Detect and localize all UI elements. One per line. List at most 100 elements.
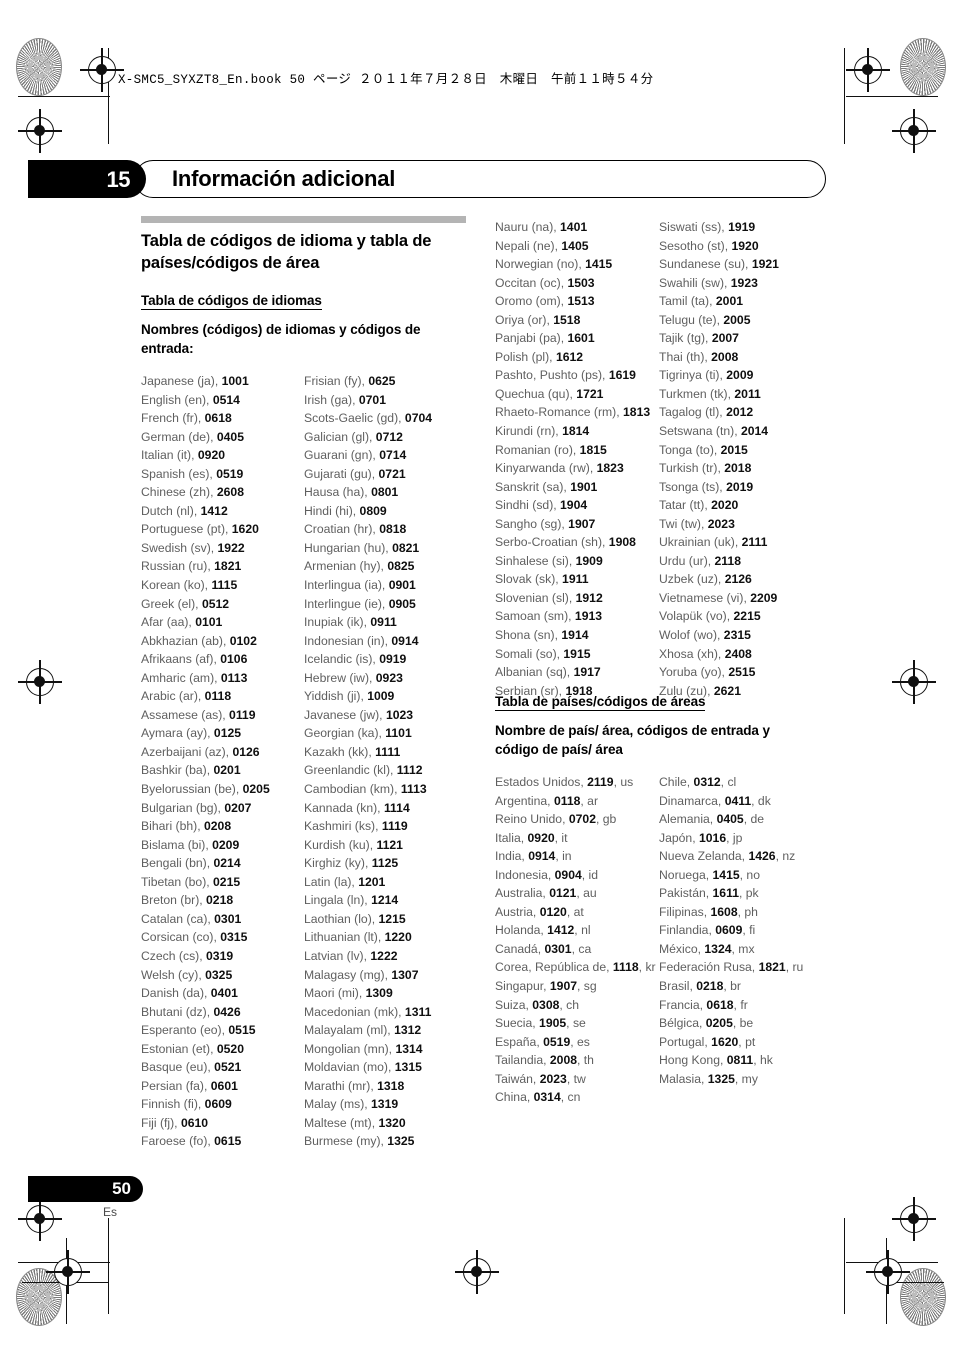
code-entry: Guarani (gn), 0714 xyxy=(304,448,407,463)
code-entry: Tigrinya (ti), 2009 xyxy=(659,368,754,383)
registration-dot xyxy=(34,1213,45,1224)
code-entry: Xhosa (xh), 2408 xyxy=(659,646,752,661)
code-entry: Bihari (bh), 0208 xyxy=(141,819,232,834)
registration-dot xyxy=(908,125,919,136)
code-entry: México, 1324, mx xyxy=(659,941,755,956)
language-code-column-1: Japanese (ja), 1001 English (en), 0514 Fre… xyxy=(141,372,270,1151)
code-entry: Faroese (fo), 0615 xyxy=(141,1134,242,1149)
code-entry: Swedish (sv), 1922 xyxy=(141,540,245,555)
code-entry: Greenlandic (kl), 1112 xyxy=(304,763,423,778)
code-entry: Arabic (ar), 0118 xyxy=(141,689,232,704)
code-entry: Esperanto (eo), 0515 xyxy=(141,1023,256,1038)
code-entry: Indonesia, 0904, id xyxy=(495,867,599,882)
language-table-subheading: Nombres (códigos) de idiomas y códigos d… xyxy=(141,322,421,356)
code-entry: Basque (eu), 0521 xyxy=(141,1060,242,1075)
code-entry: Yiddish (ji), 1009 xyxy=(304,689,395,704)
code-entry: Kashmiri (ks), 1119 xyxy=(304,819,408,834)
code-entry: Malayalam (ml), 1312 xyxy=(304,1023,422,1038)
code-entry: Nauru (na), 1401 xyxy=(495,220,588,234)
code-entry: Dutch (nl), 1412 xyxy=(141,503,228,518)
code-entry: España, 0519, es xyxy=(495,1034,590,1049)
code-entry: Suecia, 1905, se xyxy=(495,1016,586,1031)
code-entry: Fiji (fj), 0610 xyxy=(141,1115,209,1130)
country-table-subheading: Nombre de país/ área, códigos de entrada… xyxy=(495,723,770,757)
code-entry: Thai (th), 2008 xyxy=(659,349,739,364)
code-entry: Macedonian (mk), 1311 xyxy=(304,1004,432,1019)
registration-dot xyxy=(471,1266,482,1277)
code-entry: Nueva Zelanda, 1426, nz xyxy=(659,849,796,864)
crop-mark-line xyxy=(18,96,110,98)
registration-rosette-bottom-right xyxy=(900,1268,946,1326)
code-entry: Laothian (lo), 1215 xyxy=(304,911,406,926)
code-entry: Tibetan (bo), 0215 xyxy=(141,874,241,889)
language-code-column-4: Siswati (ss), 1919 Sesotho (st), 1920 Sund… xyxy=(659,218,779,700)
code-entry: Noruega, 1415, no xyxy=(659,867,760,882)
crop-mark-line xyxy=(846,96,938,98)
code-entry: Interlingua (ia), 0901 xyxy=(304,578,416,593)
code-entry: Quechua (qu), 1721 xyxy=(495,386,604,401)
code-entry: Kannada (kn), 1114 xyxy=(304,800,410,815)
code-entry: Russian (ru), 1821 xyxy=(141,559,242,574)
code-entry: Reino Unido, 0702, gb xyxy=(495,812,617,827)
code-entry: Armenian (hy), 0825 xyxy=(304,559,415,574)
code-entry: Cambodian (km), 1113 xyxy=(304,782,427,797)
page-number: 50 xyxy=(112,1179,131,1198)
code-entry: Aymara (ay), 0125 xyxy=(141,726,242,741)
page-title: Información adicional xyxy=(172,166,396,191)
code-entry: Federación Rusa, 1821, ru xyxy=(659,960,804,975)
registration-dot xyxy=(34,125,45,136)
code-entry: Mongolian (mn), 1314 xyxy=(304,1041,423,1056)
code-entry: French (fr), 0618 xyxy=(141,411,232,426)
code-entry: Panjabi (pa), 1601 xyxy=(495,331,595,346)
language-code-column-2: Frisian (fy), 0625 Irish (ga), 0701 Scots-… xyxy=(304,372,432,1151)
code-entry: Romanian (ro), 1815 xyxy=(495,442,607,457)
code-entry: India, 0914, in xyxy=(495,849,572,864)
code-entry: Danish (da), 0401 xyxy=(141,986,238,1001)
country-code-column-2: Chile, 0312, cl Dinamarca, 0411, dk Aleman… xyxy=(659,773,803,1088)
code-entry: Byelorussian (be), 0205 xyxy=(141,782,270,797)
code-entry: Somali (so), 1915 xyxy=(495,646,591,661)
code-entry: Maori (mi), 1309 xyxy=(304,986,393,1001)
code-entry: Malagasy (mg), 1307 xyxy=(304,967,419,982)
code-entry: Welsh (cy), 0325 xyxy=(141,967,233,982)
code-entry: Persian (fa), 0601 xyxy=(141,1078,238,1093)
crop-mark-line xyxy=(108,1218,110,1314)
code-entry: Irish (ga), 0701 xyxy=(304,392,386,407)
code-entry: Bashkir (ba), 0201 xyxy=(141,763,241,778)
language-code-column-3: Nauru (na), 1401 Nepali (ne), 1405 Norwegi… xyxy=(495,218,650,700)
code-entry: Moldavian (mo), 1315 xyxy=(304,1060,422,1075)
code-entry: Japanese (ja), 1001 xyxy=(141,374,249,388)
code-entry: Malay (ms), 1319 xyxy=(304,1097,399,1112)
code-entry: Uzbek (uz), 2126 xyxy=(659,572,752,587)
code-entry: Icelandic (is), 0919 xyxy=(304,652,407,667)
code-entry: Latin (la), 1201 xyxy=(304,874,386,889)
code-entry: Volapük (vo), 2215 xyxy=(659,609,761,624)
code-entry: German (de), 0405 xyxy=(141,429,244,444)
code-entry: Kinyarwanda (rw), 1823 xyxy=(495,461,624,476)
registration-dot xyxy=(34,676,45,687)
code-entry: Brasil, 0218, br xyxy=(659,979,741,994)
code-entry: Azerbaijani (az), 0126 xyxy=(141,744,260,759)
code-entry: Sangho (sg), 1907 xyxy=(495,516,596,531)
code-entry: Afar (aa), 0101 xyxy=(141,615,223,630)
code-entry: Bislama (bi), 0209 xyxy=(141,837,240,852)
code-entry: Twi (tw), 2023 xyxy=(659,516,735,531)
code-entry: Shona (sn), 1914 xyxy=(495,628,589,643)
book-file-header: X-SMC5_SYXZT8_En.book 50 ページ ２０１１年７月２８日 … xyxy=(118,73,654,87)
registration-rosette-top-left xyxy=(16,38,62,96)
code-entry: Malasia, 1325, my xyxy=(659,1071,758,1086)
code-entry: Bélgica, 0205, be xyxy=(659,1016,754,1031)
code-entry: Telugu (te), 2005 xyxy=(659,312,751,327)
code-entry: Bhutani (dz), 0426 xyxy=(141,1004,241,1019)
country-table-heading: Tabla de países/códigos de áreas xyxy=(495,694,706,711)
code-entry: Kirundi (rn), 1814 xyxy=(495,424,590,439)
code-entry: Alemania, 0405, de xyxy=(659,812,765,827)
code-entry: Holanda, 1412, nl xyxy=(495,923,591,938)
code-entry: Setswana (tn), 2014 xyxy=(659,424,769,439)
code-entry: English (en), 0514 xyxy=(141,392,240,407)
code-entry: Italian (it), 0920 xyxy=(141,448,226,463)
code-entry: Tatar (tt), 2020 xyxy=(659,498,739,513)
code-entry: Taiwán, 2023, tw xyxy=(495,1071,586,1086)
code-entry: Breton (br), 0218 xyxy=(141,893,234,908)
code-entry: Slovenian (sl), 1912 xyxy=(495,590,603,605)
